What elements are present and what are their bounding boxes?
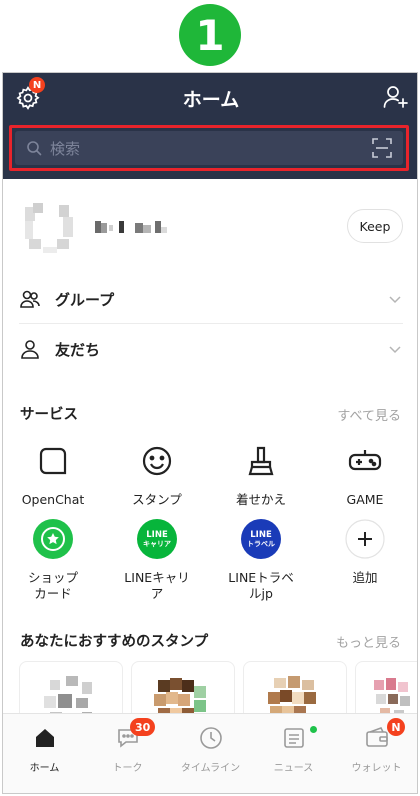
tab-wallet[interactable]: N ウォレット [335, 714, 417, 793]
divider [19, 323, 403, 324]
service-line-carrier[interactable]: LINE キャリア LINEキャリア [107, 515, 207, 602]
service-openchat[interactable]: OpenChat [3, 437, 103, 508]
line-travel-icon: LINE トラベル [237, 515, 285, 563]
clock-icon [197, 724, 225, 752]
plus-icon [341, 515, 389, 563]
step-number-badge: 1 [179, 4, 241, 66]
service-label: 着せかえ [235, 492, 286, 507]
friends-label: 友だち [55, 340, 101, 359]
tab-label: タイムライン [180, 763, 241, 774]
phone-frame: N ホーム 検索 Keep グループ 友だち サービス すべて見る OpenCh… [2, 72, 418, 794]
service-label: OpenChat [21, 492, 85, 507]
service-line-travel[interactable]: LINE トラベル LINEトラベ ルjp [211, 515, 311, 602]
search-highlight-box: 検索 [9, 125, 409, 171]
page-title: ホーム [182, 89, 240, 111]
tab-timeline[interactable]: タイムライン [169, 714, 252, 793]
home-icon [31, 724, 59, 752]
service-shop-card[interactable]: ショップ カード [3, 515, 103, 602]
news-update-dot [310, 726, 317, 733]
tab-label: ウォレット [351, 763, 402, 774]
bottom-tab-bar: ホーム 30 トーク タイムライン ニュース N ウォレット [3, 713, 417, 793]
services-title: サービス [20, 407, 78, 423]
service-label: ショップ カード [27, 570, 78, 601]
svg-text:トラベル: トラベル [247, 540, 275, 548]
line-carrier-icon: LINE キャリア [133, 515, 181, 563]
shop-card-icon [29, 515, 77, 563]
top-header: N ホーム 検索 [3, 73, 417, 179]
search-input[interactable]: 検索 [50, 138, 370, 159]
chat-bubble-icon [29, 437, 77, 485]
service-label: LINEキャリア [124, 570, 190, 601]
news-icon [280, 724, 308, 752]
groups-label: グループ [55, 290, 115, 309]
keep-button[interactable]: Keep [347, 209, 403, 243]
group-icon [19, 288, 41, 310]
tab-label: ニュース [273, 763, 314, 774]
smiley-icon [133, 437, 181, 485]
recommended-stamps-title: あなたにおすすめのスタンプ [20, 634, 209, 650]
svg-text:LINE: LINE [146, 530, 168, 540]
tab-home[interactable]: ホーム [3, 714, 86, 793]
service-game[interactable]: GAME [315, 437, 415, 508]
step-indicator-area: 1 [0, 0, 420, 72]
tab-news[interactable]: ニュース [252, 714, 335, 793]
add-friend-icon [383, 86, 408, 108]
services-see-all-link[interactable]: すべて見る [337, 405, 401, 424]
avatar [21, 199, 77, 255]
service-stamp[interactable]: スタンプ [107, 437, 207, 508]
profile-name-pixelated [95, 221, 167, 233]
tab-label: トーク [112, 763, 143, 774]
friends-row[interactable]: 友だち [19, 325, 403, 373]
add-friend-button[interactable] [381, 82, 411, 112]
profile-section[interactable]: Keep [3, 179, 417, 279]
brush-icon [237, 437, 285, 485]
service-label: GAME [346, 492, 384, 507]
service-label: スタンプ [132, 492, 182, 507]
person-icon [19, 338, 41, 360]
service-theme[interactable]: 着せかえ [211, 437, 311, 508]
service-label: 追加 [352, 570, 378, 585]
service-label: LINEトラベ ルjp [228, 570, 294, 601]
tab-talk[interactable]: 30 トーク [86, 714, 169, 793]
chevron-down-icon [387, 341, 403, 357]
wallet-new-badge: N [387, 718, 405, 736]
tab-label: ホーム [29, 763, 60, 774]
search-icon [24, 138, 44, 158]
chevron-down-icon [387, 291, 403, 307]
stamps-see-more-link[interactable]: もっと見る [336, 632, 401, 651]
screen: 1 N ホーム 検索 Keep グループ 友だち サービス すべて見る Open… [0, 0, 420, 796]
search-bar[interactable]: 検索 [15, 131, 403, 165]
service-add[interactable]: 追加 [315, 515, 415, 586]
groups-row[interactable]: グループ [19, 275, 403, 323]
svg-text:LINE: LINE [250, 530, 272, 540]
gamepad-icon [341, 437, 389, 485]
talk-unread-badge: 30 [130, 718, 156, 736]
svg-text:キャリア: キャリア [143, 540, 171, 548]
qr-scan-icon[interactable] [370, 136, 394, 160]
